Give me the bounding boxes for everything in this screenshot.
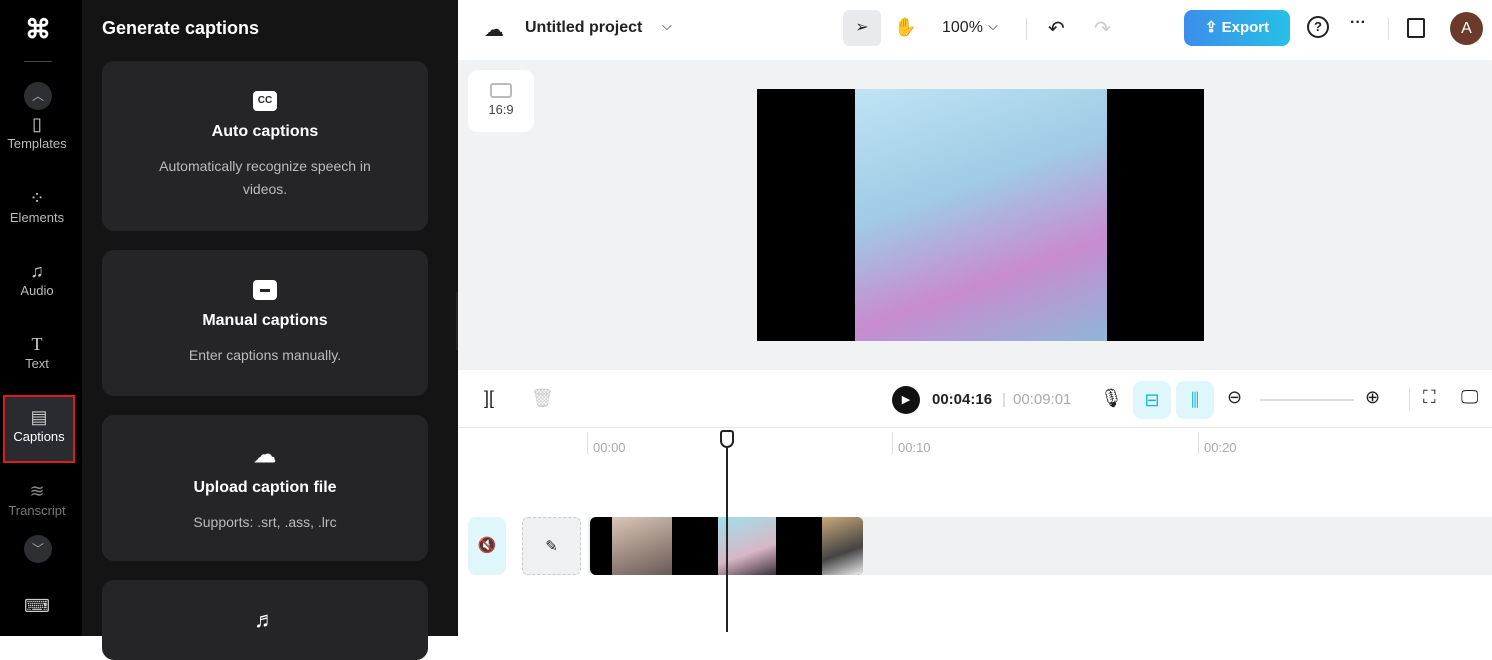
chevron-down-icon[interactable]: ⌵: [662, 18, 672, 34]
export-button[interactable]: ⇪ Export: [1184, 10, 1290, 46]
captions-icon: ▤: [30, 407, 48, 427]
video-frame-image: [855, 89, 1107, 341]
transcript-icon: ≋: [29, 481, 45, 501]
auto-snap-button[interactable]: ⊟: [1133, 381, 1171, 419]
aspect-ratio-button[interactable]: 16:9: [468, 70, 534, 132]
zoom-out-button[interactable]: ⊖: [1227, 387, 1242, 408]
tick: [892, 432, 893, 454]
fullscreen-button[interactable]: ⛶: [1423, 387, 1436, 408]
rail-item-captions[interactable]: ▤ Captions: [3, 395, 75, 463]
music-note-icon: ♫: [30, 261, 44, 281]
play-button[interactable]: ▶: [892, 386, 920, 414]
rail-item-text[interactable]: T Text: [0, 332, 74, 371]
time-separator: |: [1002, 391, 1006, 408]
tick-label: 00:20: [1204, 440, 1237, 455]
left-rail: ⌘ ︿ ▯ Templates ⁘ Elements ♫ Audio T Text ▤ C…: [0, 0, 82, 636]
help-button[interactable]: ?: [1307, 16, 1329, 38]
top-bar: ☁ Untitled project ⌵ ➢ ✋ 100% ⌵ ↶ ↷ ⇪ Ex…: [458, 0, 1492, 60]
elements-icon: ⁘: [29, 188, 45, 208]
video-preview[interactable]: [757, 89, 1204, 341]
upload-caption-file-card[interactable]: ☁ Upload caption file Supports: .srt, .a…: [102, 415, 428, 561]
card-title: Auto captions: [211, 123, 319, 140]
clip-thumbnail: [612, 517, 672, 575]
zoom-select[interactable]: 100%: [942, 19, 983, 37]
upload-icon: ⇪: [1204, 19, 1222, 36]
music-scan-icon: ♬: [254, 607, 276, 632]
playhead-handle[interactable]: [720, 430, 734, 448]
microphone-icon[interactable]: 🎙: [1100, 388, 1123, 409]
divider: [1409, 388, 1410, 410]
auto-captions-card[interactable]: CC Auto captions Automatically recognize…: [102, 61, 428, 231]
card-desc: Enter captions manually.: [188, 347, 342, 363]
keyboard-icon: ⌨: [24, 596, 50, 616]
select-tool-button[interactable]: ➢: [843, 10, 881, 46]
divider: [24, 61, 52, 62]
rail-item-transcript[interactable]: ≋ Transcript: [0, 479, 74, 518]
divider: [1026, 18, 1027, 40]
preview-monitor-button[interactable]: 🖵: [1461, 387, 1478, 408]
card-title: Manual captions: [202, 312, 328, 329]
ratio-icon: [490, 83, 512, 98]
keyboard-shortcuts-button[interactable]: ⌨: [0, 594, 74, 618]
split-scene-button[interactable]: ⫼: [1176, 381, 1214, 419]
panel-title: Generate captions: [102, 18, 260, 38]
zoom-in-button[interactable]: ⊕: [1365, 387, 1380, 408]
rail-item-audio[interactable]: ♫ Audio: [0, 259, 74, 298]
templates-icon: ▯: [32, 114, 42, 134]
delete-button[interactable]: 🗑: [531, 388, 554, 409]
mute-track-button[interactable]: 🔇: [468, 517, 506, 575]
tick: [587, 432, 588, 454]
undo-button[interactable]: ↶: [1048, 16, 1065, 41]
scroll-up-button[interactable]: ︿: [24, 82, 52, 110]
split-button[interactable]: ][: [484, 388, 494, 409]
hand-tool-button[interactable]: ✋: [894, 17, 916, 38]
more-button[interactable]: ···: [1350, 14, 1366, 32]
rail-item-templates[interactable]: ▯ Templates: [0, 112, 74, 151]
text-icon: T: [31, 334, 43, 354]
card-desc: Automatically recognize speech in videos…: [159, 158, 371, 197]
divider: [1388, 18, 1389, 40]
tick-label: 00:00: [593, 440, 626, 455]
cloud-save-icon[interactable]: ☁: [484, 17, 504, 42]
rail-item-elements[interactable]: ⁘ Elements: [0, 186, 74, 225]
caption-option-card[interactable]: ♬: [102, 580, 428, 660]
tick-label: 00:10: [898, 440, 931, 455]
tick: [1198, 432, 1199, 454]
current-time: 00:04:16: [932, 391, 993, 408]
card-title: Upload caption file: [193, 479, 337, 496]
manual-captions-card[interactable]: ▬ Manual captions Enter captions manuall…: [102, 250, 428, 396]
total-time: 00:09:01: [1013, 391, 1072, 408]
layout-toggle-button[interactable]: [1407, 18, 1425, 38]
edit-cover-button[interactable]: ✎: [522, 517, 581, 575]
cloud-upload-icon: ☁: [254, 442, 276, 467]
timeline: ][ 🗑 ▶ 00:04:16 | 00:09:01 🎙 ⊟ ⫼ ⊖ ⊕ ⛶ 🖵…: [458, 370, 1492, 636]
card-desc: Supports: .srt, .ass, .lrc: [193, 514, 337, 530]
clip-thumbnail: [822, 517, 863, 575]
preview-canvas: 16:9: [458, 60, 1492, 370]
cc-icon: CC: [253, 91, 277, 111]
redo-button[interactable]: ↷: [1094, 16, 1111, 41]
scroll-down-button[interactable]: ﹀: [24, 535, 52, 563]
subtitle-icon: ▬: [253, 280, 277, 300]
zoom-slider[interactable]: [1260, 399, 1354, 401]
project-name[interactable]: Untitled project: [525, 19, 642, 37]
playhead[interactable]: [726, 430, 728, 632]
zoom-chevron-icon: ⌵: [988, 18, 998, 33]
capcut-logo[interactable]: ⌘: [22, 14, 54, 44]
timeline-toolbar: ][ 🗑 ▶ 00:04:16 | 00:09:01 🎙 ⊟ ⫼ ⊖ ⊕ ⛶ 🖵: [458, 370, 1492, 428]
avatar[interactable]: A: [1450, 12, 1483, 45]
captions-panel: Generate captions CC Auto captions Autom…: [82, 0, 458, 660]
